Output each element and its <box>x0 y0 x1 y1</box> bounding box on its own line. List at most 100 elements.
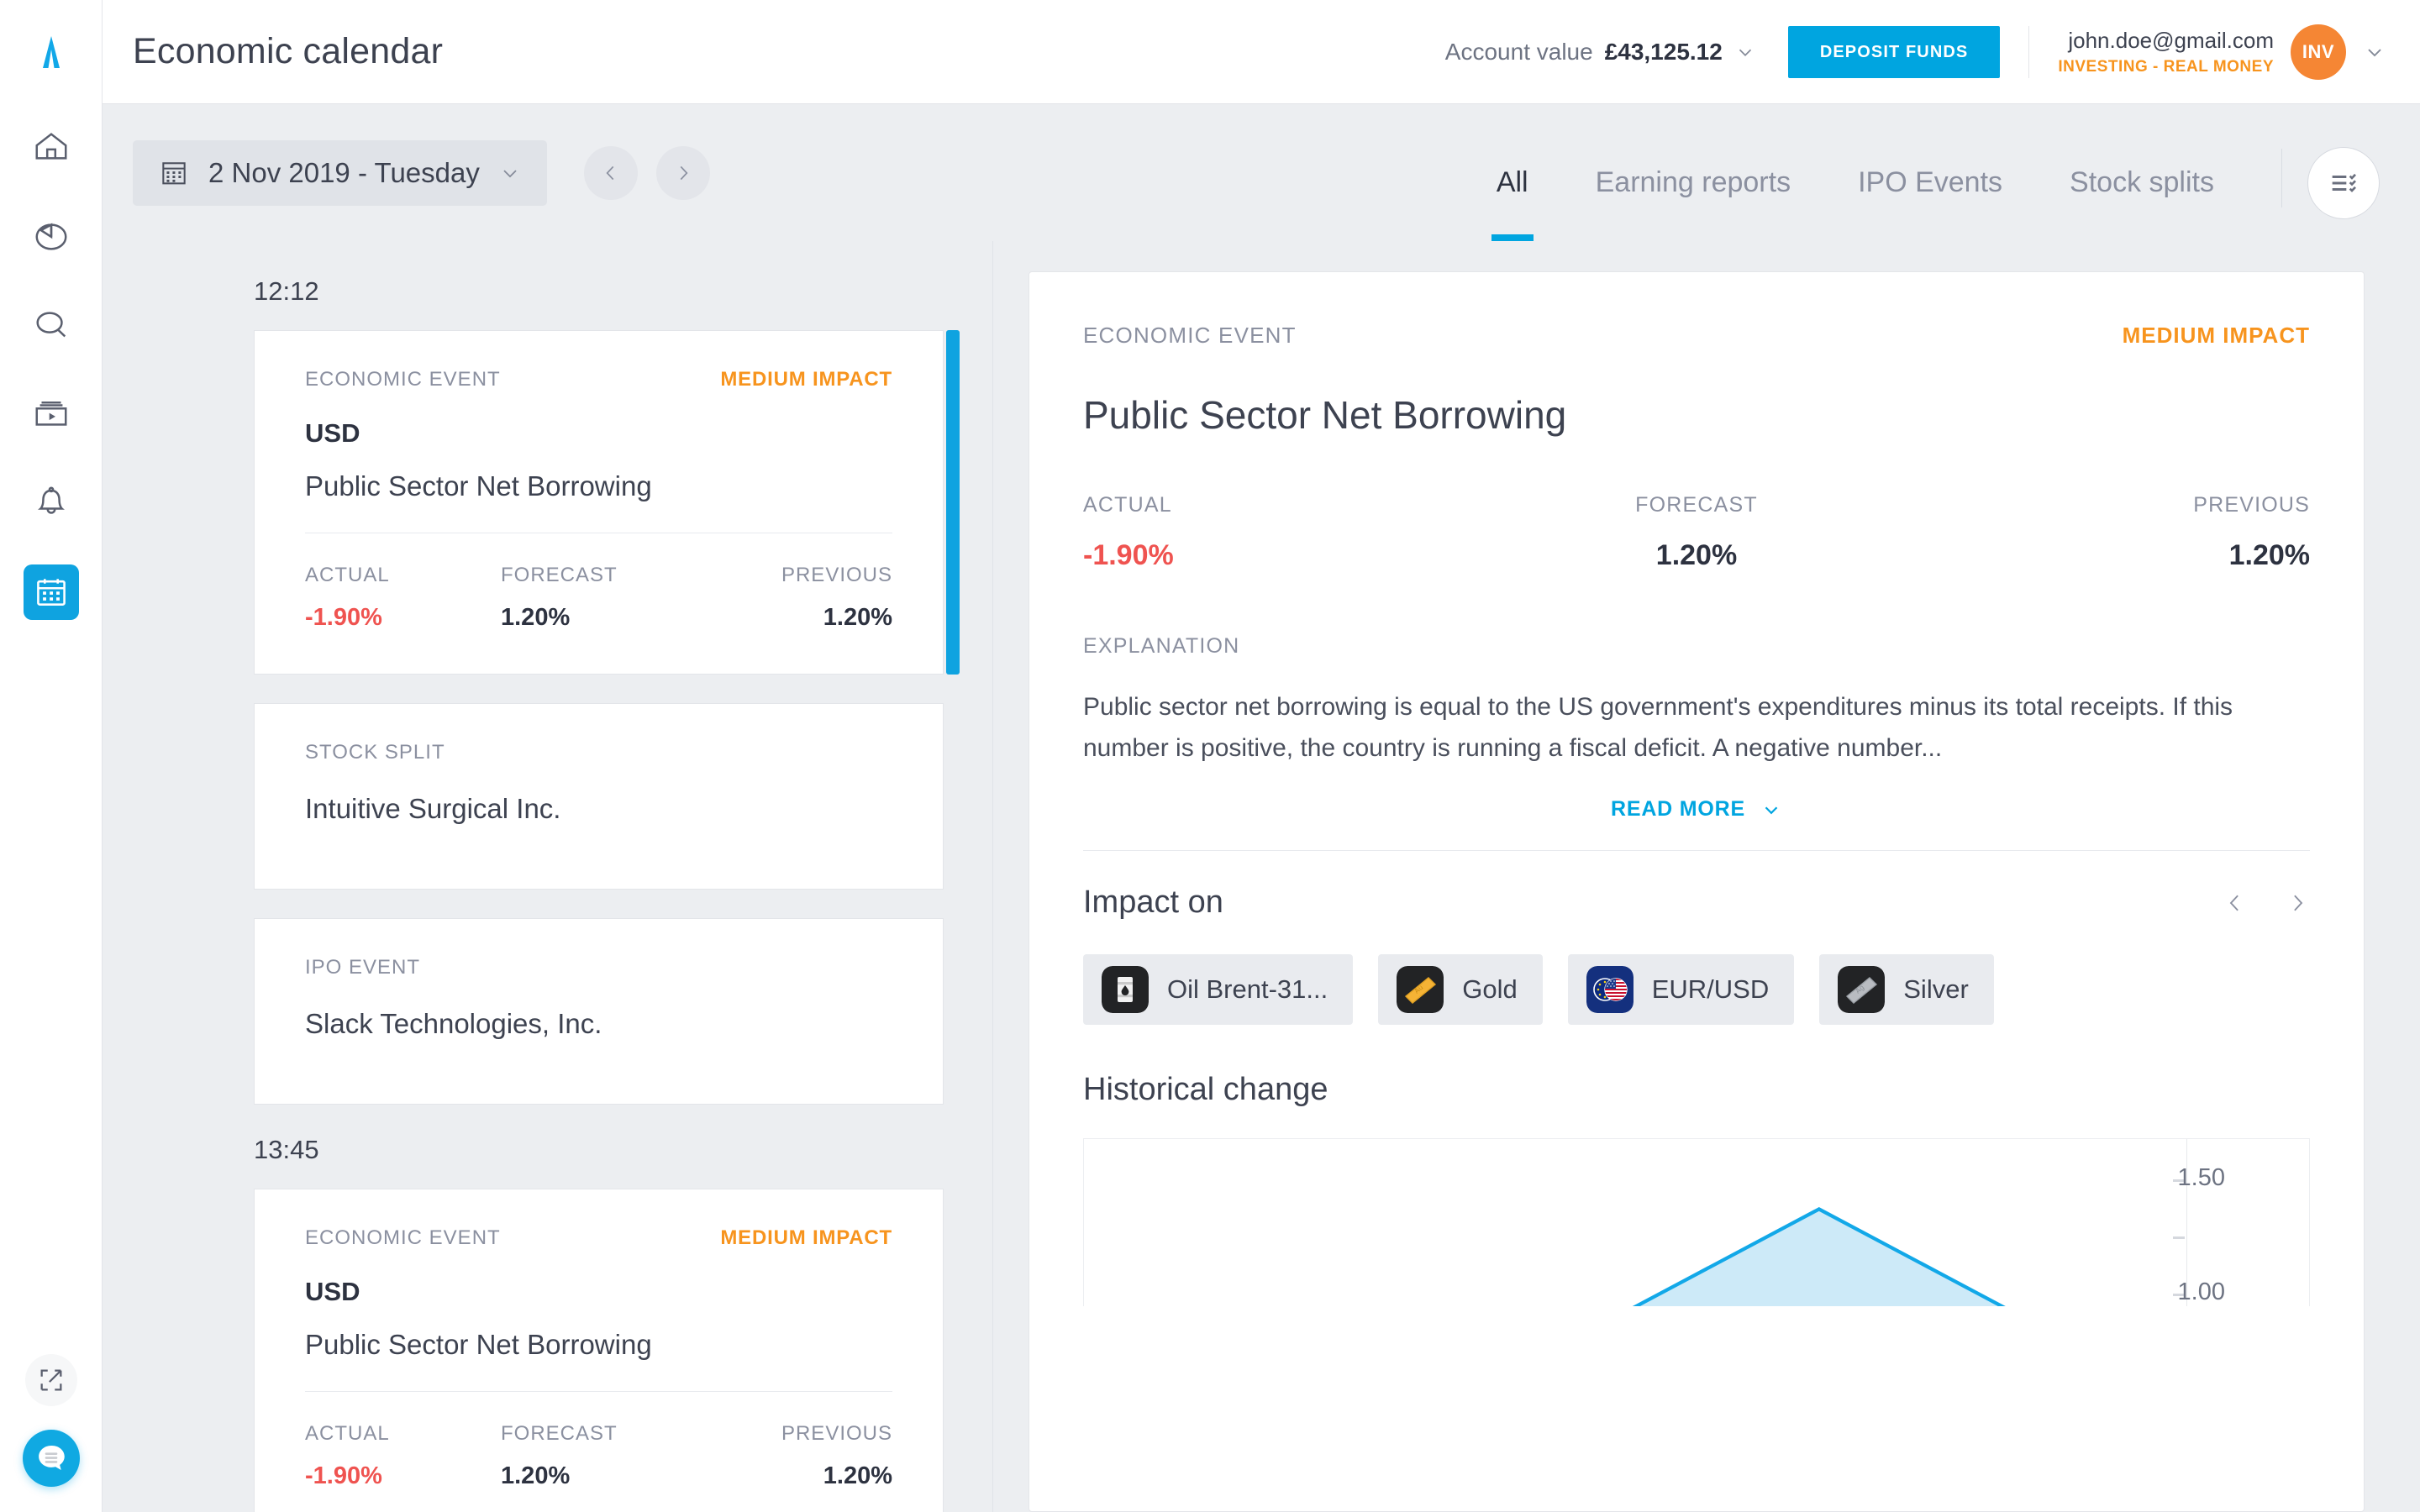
instrument-chip-gold[interactable]: Au Gold <box>1378 954 1543 1026</box>
stat-forecast: FORECAST 1.20% <box>501 1422 697 1490</box>
user-menu[interactable]: john.doe@gmail.com INVESTING - REAL MONE… <box>2058 24 2386 80</box>
sidebar-bottom-actions <box>0 1354 103 1487</box>
chevron-left-icon[interactable] <box>2223 890 2248 916</box>
header-right: Account value £43,125.12 DEPOSIT FUNDS j… <box>1445 24 2386 80</box>
stat-value: -1.90% <box>1083 539 1174 571</box>
account-value-dropdown[interactable]: Account value £43,125.12 <box>1445 39 1756 66</box>
impact-badge: MEDIUM IMPACT <box>720 368 892 391</box>
sidebar-item-portfolio[interactable] <box>24 208 79 264</box>
video-library-icon <box>35 401 66 426</box>
sidebar-item-videos[interactable] <box>24 386 79 442</box>
historical-change-title: Historical change <box>1083 1072 1328 1108</box>
chevron-right-icon <box>680 165 688 180</box>
stat-actual: ACTUAL -1.90% <box>305 564 501 632</box>
chevron-down-icon[interactable] <box>2363 40 2386 64</box>
category-tabs: All Earning reports IPO Events Stock spl… <box>1463 104 2380 241</box>
divider <box>305 1391 892 1392</box>
chat-button[interactable] <box>23 1430 80 1487</box>
event-currency: USD <box>305 418 360 448</box>
event-card-header: STOCK SPLIT <box>305 741 892 764</box>
event-kind: ECONOMIC EVENT <box>305 1226 501 1249</box>
event-card[interactable]: STOCK SPLIT Intuitive Surgical Inc. <box>254 703 944 890</box>
event-stats: ACTUAL -1.90% FORECAST 1.20% PREVIOUS 1.… <box>305 564 892 632</box>
silver-bar-icon: Ag <box>1838 966 1886 1014</box>
sidebar-item-home[interactable] <box>24 119 79 175</box>
instrument-chip-silver[interactable]: Ag Silver <box>1819 954 1994 1026</box>
selected-date: 2 Nov 2019 - Tuesday <box>208 156 480 188</box>
expand-button[interactable] <box>25 1354 77 1406</box>
read-more-label: READ MORE <box>1611 797 1745 822</box>
detail-impact-badge: MEDIUM IMPACT <box>2122 323 2310 348</box>
stat-label: ACTUAL <box>1083 493 1172 517</box>
chart-ytick-150: 1.50 <box>2177 1164 2225 1192</box>
main-column: Economic calendar Account value £43,125.… <box>103 0 2420 1512</box>
chevron-down-icon <box>1765 806 1778 815</box>
stat-previous: PREVIOUS 1.20% <box>697 564 892 632</box>
detail-title: Public Sector Net Borrowing <box>1083 393 1567 437</box>
event-name: Slack Technologies, Inc. <box>305 1008 602 1039</box>
event-card-header: ECONOMIC EVENT MEDIUM IMPACT <box>305 1226 892 1250</box>
page-title: Economic calendar <box>133 31 444 71</box>
read-more-button[interactable]: READ MORE <box>1083 797 2310 822</box>
date-picker[interactable]: 2 Nov 2019 - Tuesday <box>133 139 547 206</box>
chevron-left-icon <box>606 165 614 180</box>
chevron-down-icon <box>503 169 517 177</box>
impact-badge: MEDIUM IMPACT <box>720 1226 892 1249</box>
event-kind: STOCK SPLIT <box>305 741 445 764</box>
instrument-label: Gold <box>1462 974 1518 1005</box>
account-value-amount: £43,125.12 <box>1604 38 1723 65</box>
historical-change-chart[interactable]: 1.50 1.00 <box>1083 1138 2310 1307</box>
instrument-label: Oil Brent-31... <box>1167 974 1328 1005</box>
detail-stats: ACTUAL -1.90% FORECAST 1.20% PREVIOUS 1.… <box>1083 493 2310 572</box>
tab-stock-splits[interactable]: Stock splits <box>2070 104 2214 241</box>
event-card[interactable]: IPO EVENT Slack Technologies, Inc. <box>254 918 944 1105</box>
oil-barrel-icon <box>1102 966 1149 1014</box>
event-card[interactable]: ECONOMIC EVENT MEDIUM IMPACT USD Public … <box>254 330 960 675</box>
time-group-label: 13:45 <box>254 1135 319 1164</box>
stat-label: FORECAST <box>501 1422 618 1445</box>
deposit-funds-button[interactable]: DEPOSIT FUNDS <box>1787 25 2001 78</box>
stat-value: 1.20% <box>501 1462 571 1489</box>
instrument-label: EUR/USD <box>1651 974 1770 1005</box>
impact-on-header: Impact on <box>1083 885 2310 921</box>
filter-list-icon <box>2332 173 2356 192</box>
event-name: Intuitive Surgical Inc. <box>305 793 561 824</box>
instrument-chip-eurusd[interactable]: EUR/USD <box>1567 954 1795 1026</box>
explanation-text: Public sector net borrowing is equal to … <box>1083 693 2233 762</box>
chevron-right-icon[interactable] <box>2285 890 2310 916</box>
instrument-chip-oil-brent[interactable]: Oil Brent-31... <box>1083 954 1354 1026</box>
impact-nav <box>2223 890 2310 916</box>
tab-all[interactable]: All <box>1491 104 1534 241</box>
stat-label: ACTUAL <box>305 1422 390 1445</box>
calendar-toolbar: 2 Nov 2019 - Tuesday All Earning reports… <box>103 104 2420 241</box>
events-list: 12:12 ECONOMIC EVENT MEDIUM IMPACT USD P… <box>103 241 993 1512</box>
avatar[interactable]: INV <box>2291 24 2346 80</box>
sidebar-item-calendar[interactable] <box>23 564 79 620</box>
filter-button[interactable] <box>2307 147 2380 219</box>
explanation-label: EXPLANATION <box>1083 634 1240 658</box>
stat-value: 1.20% <box>1655 539 1738 571</box>
previous-day-button[interactable] <box>583 145 638 200</box>
chat-bubble-icon <box>39 1445 65 1470</box>
eur-usd-flags-icon <box>1586 966 1634 1014</box>
stat-label: FORECAST <box>501 564 618 586</box>
event-card-header: ECONOMIC EVENT MEDIUM IMPACT <box>305 368 892 391</box>
tab-ipo-events[interactable]: IPO Events <box>1858 104 2002 241</box>
event-card[interactable]: ECONOMIC EVENT MEDIUM IMPACT USD Public … <box>254 1189 944 1512</box>
event-kind: ECONOMIC EVENT <box>305 368 501 391</box>
divider <box>1083 850 2310 852</box>
stat-label: PREVIOUS <box>781 1422 892 1445</box>
stat-value: 1.20% <box>2228 539 2311 571</box>
sidebar-nav <box>23 119 79 620</box>
stat-label: ACTUAL <box>305 564 390 586</box>
left-sidebar <box>0 0 103 1512</box>
stat-value: 1.20% <box>823 604 892 631</box>
app-logo[interactable] <box>0 0 102 104</box>
sidebar-item-search[interactable] <box>24 297 79 353</box>
sidebar-item-alerts[interactable] <box>24 475 79 531</box>
account-mode-badge: INVESTING - REAL MONEY <box>2058 57 2274 76</box>
instrument-label: Silver <box>1903 974 1969 1005</box>
next-day-button[interactable] <box>655 145 710 200</box>
detail-kind: ECONOMIC EVENT <box>1083 323 1297 348</box>
tab-earning-reports[interactable]: Earning reports <box>1596 104 1791 241</box>
